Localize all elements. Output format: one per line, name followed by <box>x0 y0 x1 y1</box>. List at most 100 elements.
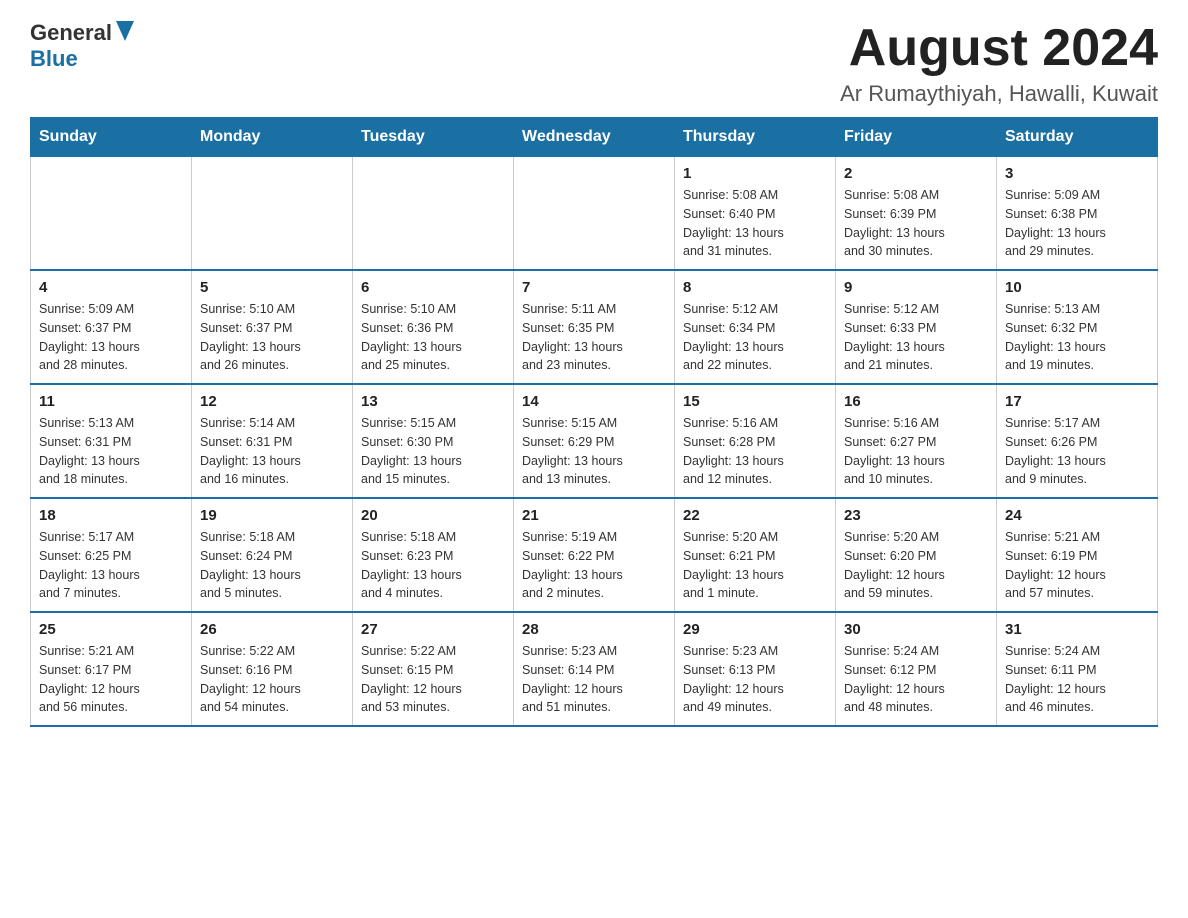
calendar-cell: 16 Sunrise: 5:16 AMSunset: 6:27 PMDayligh… <box>836 384 997 498</box>
week-row-3: 11 Sunrise: 5:13 AMSunset: 6:31 PMDayligh… <box>31 384 1158 498</box>
day-number: 25 <box>39 621 183 638</box>
calendar-cell: 19 Sunrise: 5:18 AMSunset: 6:24 PMDayligh… <box>192 498 353 612</box>
location-title: Ar Rumaythiyah, Hawalli, Kuwait <box>840 81 1158 107</box>
day-detail: Sunrise: 5:23 AMSunset: 6:13 PMDaylight:… <box>683 642 827 717</box>
day-number: 18 <box>39 507 183 524</box>
day-detail: Sunrise: 5:12 AMSunset: 6:34 PMDaylight:… <box>683 300 827 375</box>
calendar-cell <box>31 157 192 271</box>
day-number: 21 <box>522 507 666 524</box>
calendar-cell: 26 Sunrise: 5:22 AMSunset: 6:16 PMDayligh… <box>192 612 353 726</box>
day-number: 19 <box>200 507 344 524</box>
calendar-cell: 13 Sunrise: 5:15 AMSunset: 6:30 PMDayligh… <box>353 384 514 498</box>
day-detail: Sunrise: 5:22 AMSunset: 6:16 PMDaylight:… <box>200 642 344 717</box>
calendar-cell: 24 Sunrise: 5:21 AMSunset: 6:19 PMDayligh… <box>997 498 1158 612</box>
week-row-2: 4 Sunrise: 5:09 AMSunset: 6:37 PMDaylight… <box>31 270 1158 384</box>
day-number: 29 <box>683 621 827 638</box>
day-detail: Sunrise: 5:21 AMSunset: 6:19 PMDaylight:… <box>1005 528 1149 603</box>
calendar-cell: 15 Sunrise: 5:16 AMSunset: 6:28 PMDayligh… <box>675 384 836 498</box>
month-title: August 2024 <box>840 20 1158 77</box>
day-number: 27 <box>361 621 505 638</box>
day-number: 1 <box>683 165 827 182</box>
day-number: 30 <box>844 621 988 638</box>
calendar-cell: 17Sunrise: 5:17 AMSunset: 6:26 PMDayligh… <box>997 384 1158 498</box>
calendar-cell: 7Sunrise: 5:11 AMSunset: 6:35 PMDaylight… <box>514 270 675 384</box>
calendar-cell: 25Sunrise: 5:21 AMSunset: 6:17 PMDayligh… <box>31 612 192 726</box>
day-number: 3 <box>1005 165 1149 182</box>
day-number: 16 <box>844 393 988 410</box>
calendar-cell: 3 Sunrise: 5:09 AMSunset: 6:38 PMDaylight… <box>997 157 1158 271</box>
logo: General Blue <box>30 20 134 72</box>
day-number: 11 <box>39 393 183 410</box>
calendar-cell: 11 Sunrise: 5:13 AMSunset: 6:31 PMDayligh… <box>31 384 192 498</box>
day-number: 9 <box>844 279 988 296</box>
day-number: 31 <box>1005 621 1149 638</box>
calendar-cell: 31 Sunrise: 5:24 AMSunset: 6:11 PMDayligh… <box>997 612 1158 726</box>
page-header: General Blue August 2024 Ar Rumaythiyah,… <box>30 20 1158 107</box>
day-number: 23 <box>844 507 988 524</box>
day-detail: Sunrise: 5:16 AMSunset: 6:28 PMDaylight:… <box>683 414 827 489</box>
day-detail: Sunrise: 5:12 AMSunset: 6:33 PMDaylight:… <box>844 300 988 375</box>
day-detail: Sunrise: 5:22 AMSunset: 6:15 PMDaylight:… <box>361 642 505 717</box>
day-detail: Sunrise: 5:17 AMSunset: 6:25 PMDaylight:… <box>39 528 183 603</box>
day-detail: Sunrise: 5:20 AMSunset: 6:20 PMDaylight:… <box>844 528 988 603</box>
logo-blue: Blue <box>30 46 78 71</box>
calendar-cell: 21 Sunrise: 5:19 AMSunset: 6:22 PMDayligh… <box>514 498 675 612</box>
day-detail: Sunrise: 5:19 AMSunset: 6:22 PMDaylight:… <box>522 528 666 603</box>
title-block: August 2024 Ar Rumaythiyah, Hawalli, Kuw… <box>840 20 1158 107</box>
calendar-cell <box>192 157 353 271</box>
calendar-cell: 30 Sunrise: 5:24 AMSunset: 6:12 PMDayligh… <box>836 612 997 726</box>
calendar-cell: 8 Sunrise: 5:12 AMSunset: 6:34 PMDaylight… <box>675 270 836 384</box>
weekday-header-wednesday: Wednesday <box>514 118 675 157</box>
calendar-cell: 12 Sunrise: 5:14 AMSunset: 6:31 PMDayligh… <box>192 384 353 498</box>
day-detail: Sunrise: 5:24 AMSunset: 6:11 PMDaylight:… <box>1005 642 1149 717</box>
day-detail: Sunrise: 5:08 AMSunset: 6:40 PMDaylight:… <box>683 186 827 261</box>
calendar-cell: 5Sunrise: 5:10 AMSunset: 6:37 PMDaylight… <box>192 270 353 384</box>
day-number: 5 <box>200 279 344 296</box>
day-detail: Sunrise: 5:20 AMSunset: 6:21 PMDaylight:… <box>683 528 827 603</box>
calendar-cell <box>514 157 675 271</box>
day-detail: Sunrise: 5:09 AMSunset: 6:38 PMDaylight:… <box>1005 186 1149 261</box>
day-number: 4 <box>39 279 183 296</box>
calendar-cell: 28 Sunrise: 5:23 AMSunset: 6:14 PMDayligh… <box>514 612 675 726</box>
day-number: 10 <box>1005 279 1149 296</box>
day-detail: Sunrise: 5:18 AMSunset: 6:24 PMDaylight:… <box>200 528 344 603</box>
calendar-cell: 14Sunrise: 5:15 AMSunset: 6:29 PMDayligh… <box>514 384 675 498</box>
weekday-header-sunday: Sunday <box>31 118 192 157</box>
day-detail: Sunrise: 5:09 AMSunset: 6:37 PMDaylight:… <box>39 300 183 375</box>
calendar-cell: 9 Sunrise: 5:12 AMSunset: 6:33 PMDaylight… <box>836 270 997 384</box>
day-number: 6 <box>361 279 505 296</box>
day-detail: Sunrise: 5:08 AMSunset: 6:39 PMDaylight:… <box>844 186 988 261</box>
day-number: 7 <box>522 279 666 296</box>
day-detail: Sunrise: 5:17 AMSunset: 6:26 PMDaylight:… <box>1005 414 1149 489</box>
day-number: 22 <box>683 507 827 524</box>
day-number: 12 <box>200 393 344 410</box>
day-number: 26 <box>200 621 344 638</box>
day-detail: Sunrise: 5:13 AMSunset: 6:31 PMDaylight:… <box>39 414 183 489</box>
day-number: 20 <box>361 507 505 524</box>
day-number: 28 <box>522 621 666 638</box>
calendar-cell: 1 Sunrise: 5:08 AMSunset: 6:40 PMDaylight… <box>675 157 836 271</box>
calendar-cell: 22 Sunrise: 5:20 AMSunset: 6:21 PMDayligh… <box>675 498 836 612</box>
day-number: 15 <box>683 393 827 410</box>
week-row-4: 18 Sunrise: 5:17 AMSunset: 6:25 PMDayligh… <box>31 498 1158 612</box>
weekday-header-tuesday: Tuesday <box>353 118 514 157</box>
calendar-cell: 4 Sunrise: 5:09 AMSunset: 6:37 PMDaylight… <box>31 270 192 384</box>
calendar-table: SundayMondayTuesdayWednesdayThursdayFrid… <box>30 117 1158 727</box>
day-detail: Sunrise: 5:15 AMSunset: 6:30 PMDaylight:… <box>361 414 505 489</box>
day-detail: Sunrise: 5:14 AMSunset: 6:31 PMDaylight:… <box>200 414 344 489</box>
week-row-1: 1 Sunrise: 5:08 AMSunset: 6:40 PMDaylight… <box>31 157 1158 271</box>
week-row-5: 25Sunrise: 5:21 AMSunset: 6:17 PMDayligh… <box>31 612 1158 726</box>
weekday-header-friday: Friday <box>836 118 997 157</box>
day-detail: Sunrise: 5:23 AMSunset: 6:14 PMDaylight:… <box>522 642 666 717</box>
weekday-header-row: SundayMondayTuesdayWednesdayThursdayFrid… <box>31 118 1158 157</box>
day-number: 24 <box>1005 507 1149 524</box>
day-detail: Sunrise: 5:24 AMSunset: 6:12 PMDaylight:… <box>844 642 988 717</box>
day-number: 8 <box>683 279 827 296</box>
day-detail: Sunrise: 5:16 AMSunset: 6:27 PMDaylight:… <box>844 414 988 489</box>
day-number: 2 <box>844 165 988 182</box>
calendar-cell: 2 Sunrise: 5:08 AMSunset: 6:39 PMDaylight… <box>836 157 997 271</box>
calendar-cell: 29 Sunrise: 5:23 AMSunset: 6:13 PMDayligh… <box>675 612 836 726</box>
weekday-header-thursday: Thursday <box>675 118 836 157</box>
day-number: 13 <box>361 393 505 410</box>
day-detail: Sunrise: 5:13 AMSunset: 6:32 PMDaylight:… <box>1005 300 1149 375</box>
